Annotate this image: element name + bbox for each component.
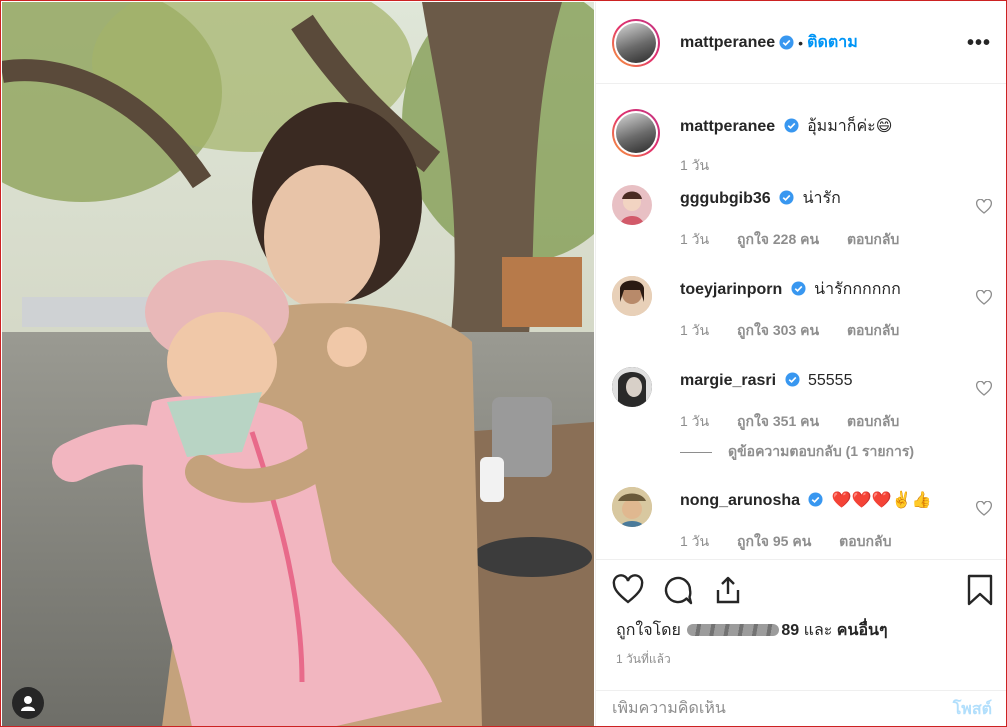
tagged-user-icon[interactable] xyxy=(12,687,44,719)
caption-text: อุ้มมาก็ค่ะ😄 xyxy=(807,118,893,135)
comment-username[interactable]: margie_rasri xyxy=(680,372,776,389)
commenter-avatar[interactable] xyxy=(612,487,652,527)
photo-illustration xyxy=(2,2,594,726)
comment-meta: 1 วัน ถูกใจ 95 คน ตอบกลับ xyxy=(680,531,916,553)
commenter-avatar[interactable] xyxy=(612,367,652,407)
comment-text: ❤️❤️❤️✌️👍 xyxy=(831,492,932,509)
replies-divider xyxy=(680,451,712,453)
post-comment-button[interactable]: โพสต์ xyxy=(953,697,992,722)
reply-button[interactable]: ตอบกลับ xyxy=(847,231,899,247)
comment-likes[interactable]: ถูกใจ 303 คน xyxy=(737,322,819,338)
caption-avatar[interactable] xyxy=(612,109,660,157)
liked-by-user-suffix[interactable]: 89 xyxy=(781,622,799,639)
comment-likes[interactable]: ถูกใจ 228 คน xyxy=(737,231,819,247)
post-photo[interactable] xyxy=(2,2,594,726)
post-actions: ถูกใจโดย 89 และ คนอื่นๆ 1 วันที่แล้ว xyxy=(596,559,1006,689)
comment-time[interactable]: 1 วัน xyxy=(680,413,709,429)
post-header: mattperanee • ติดตาม ••• xyxy=(596,2,1006,84)
commenter-avatar[interactable] xyxy=(612,185,652,225)
redacted-username xyxy=(687,624,780,636)
comments-list[interactable]: mattperanee อุ้มมาก็ค่ะ😄 1 วัน gggubgib3… xyxy=(596,85,1006,558)
like-comment-heart-icon[interactable] xyxy=(976,501,992,517)
like-comment-heart-icon[interactable] xyxy=(976,199,992,215)
follow-button[interactable]: ติดตาม xyxy=(807,30,858,55)
header-separator: • xyxy=(798,34,804,51)
verified-badge-icon xyxy=(779,35,794,50)
comment-meta: 1 วัน ถูกใจ 303 คน ตอบกลับ xyxy=(680,320,923,342)
liked-by-summary[interactable]: ถูกใจโดย 89 และ คนอื่นๆ xyxy=(616,618,888,643)
liked-by-prefix: ถูกใจโดย xyxy=(616,622,681,639)
comment-time[interactable]: 1 วัน xyxy=(680,533,709,549)
caption-meta: 1 วัน xyxy=(680,155,733,177)
liked-by-others[interactable]: คนอื่นๆ xyxy=(837,622,888,639)
verified-badge-icon xyxy=(808,492,823,507)
comment-likes[interactable]: ถูกใจ 351 คน xyxy=(737,413,819,429)
caption-username[interactable]: mattperanee xyxy=(680,118,775,135)
comment-meta: 1 วัน ถูกใจ 228 คน ตอบกลับ xyxy=(680,229,923,251)
comment-likes[interactable]: ถูกใจ 95 คน xyxy=(737,533,811,549)
comment-meta: 1 วัน ถูกใจ 351 คน ตอบกลับ xyxy=(680,411,923,433)
like-comment-heart-icon[interactable] xyxy=(976,381,992,397)
view-replies-button[interactable]: ดูข้อความตอบกลับ (1 รายการ) xyxy=(680,441,914,463)
comment-icon[interactable] xyxy=(662,574,694,606)
share-icon[interactable] xyxy=(712,574,744,606)
comment-input[interactable] xyxy=(612,700,953,718)
author-username[interactable]: mattperanee xyxy=(680,34,775,52)
author-avatar[interactable] xyxy=(612,18,660,67)
comment-username[interactable]: gggubgib36 xyxy=(680,190,771,207)
comment-time[interactable]: 1 วัน xyxy=(680,231,709,247)
post-side-panel: mattperanee • ติดตาม ••• mattperanee อุ้… xyxy=(595,2,1006,726)
reply-button[interactable]: ตอบกลับ xyxy=(847,413,899,429)
verified-badge-icon xyxy=(784,118,799,133)
comment-time[interactable]: 1 วัน xyxy=(680,322,709,338)
verified-badge-icon xyxy=(779,190,794,205)
instagram-post-window: mattperanee • ติดตาม ••• mattperanee อุ้… xyxy=(0,0,1007,727)
more-options-icon[interactable]: ••• xyxy=(967,32,991,55)
verified-badge-icon xyxy=(784,372,800,387)
add-comment-bar: โพสต์ xyxy=(596,690,1006,726)
verified-badge-icon xyxy=(791,281,806,296)
commenter-avatar[interactable] xyxy=(612,276,652,316)
comment-text: น่ารัก xyxy=(802,190,841,207)
reply-button[interactable]: ตอบกลับ xyxy=(847,322,899,338)
liked-by-and: และ xyxy=(803,622,833,639)
like-comment-heart-icon[interactable] xyxy=(976,290,992,306)
bookmark-icon[interactable] xyxy=(966,574,994,606)
reply-button[interactable]: ตอบกลับ xyxy=(839,533,891,549)
post-timestamp[interactable]: 1 วันที่แล้ว xyxy=(616,650,671,669)
view-replies-label: ดูข้อความตอบกลับ (1 รายการ) xyxy=(728,443,915,459)
comment-text: น่ารักกกกกก xyxy=(814,281,901,298)
comment-username[interactable]: toeyjarinporn xyxy=(680,281,782,298)
caption-time: 1 วัน xyxy=(680,157,710,173)
heart-icon[interactable] xyxy=(612,574,644,606)
comment-text: 55555 xyxy=(807,372,853,389)
comment-username[interactable]: nong_arunosha xyxy=(680,492,800,509)
